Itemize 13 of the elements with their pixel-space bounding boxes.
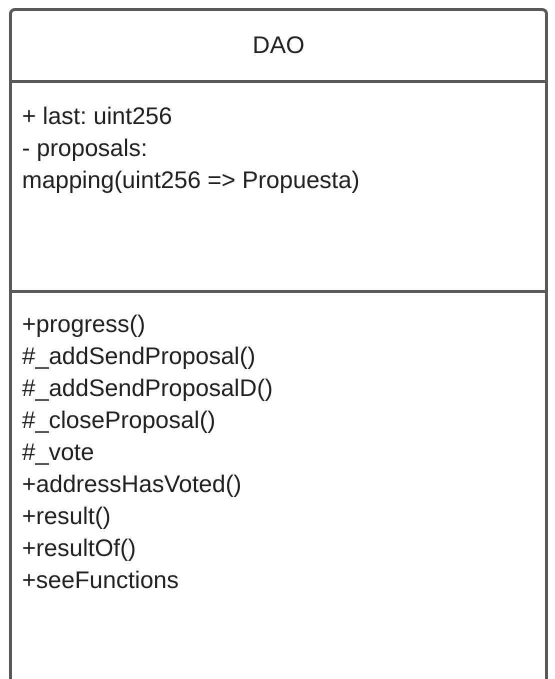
method-text: +result() [22, 502, 112, 532]
method-text: #_closeProposal() [22, 406, 216, 436]
method-text: +progress() [22, 310, 146, 340]
attribute-text: + last: uint256 [22, 102, 174, 132]
method-text: +resultOf() [22, 534, 138, 564]
class-name: DAO [252, 30, 304, 60]
attribute-text: - proposals: [22, 134, 148, 164]
method-text: +seeFunctions [22, 566, 180, 596]
method-text: #_vote [22, 438, 96, 468]
method-text: #_addSendProposalD() [22, 374, 274, 404]
method-text: +addressHasVoted() [22, 470, 242, 500]
attribute-text: mapping(uint256 => Propuesta) [22, 166, 361, 196]
method-text: #_addSendProposal() [22, 342, 256, 372]
